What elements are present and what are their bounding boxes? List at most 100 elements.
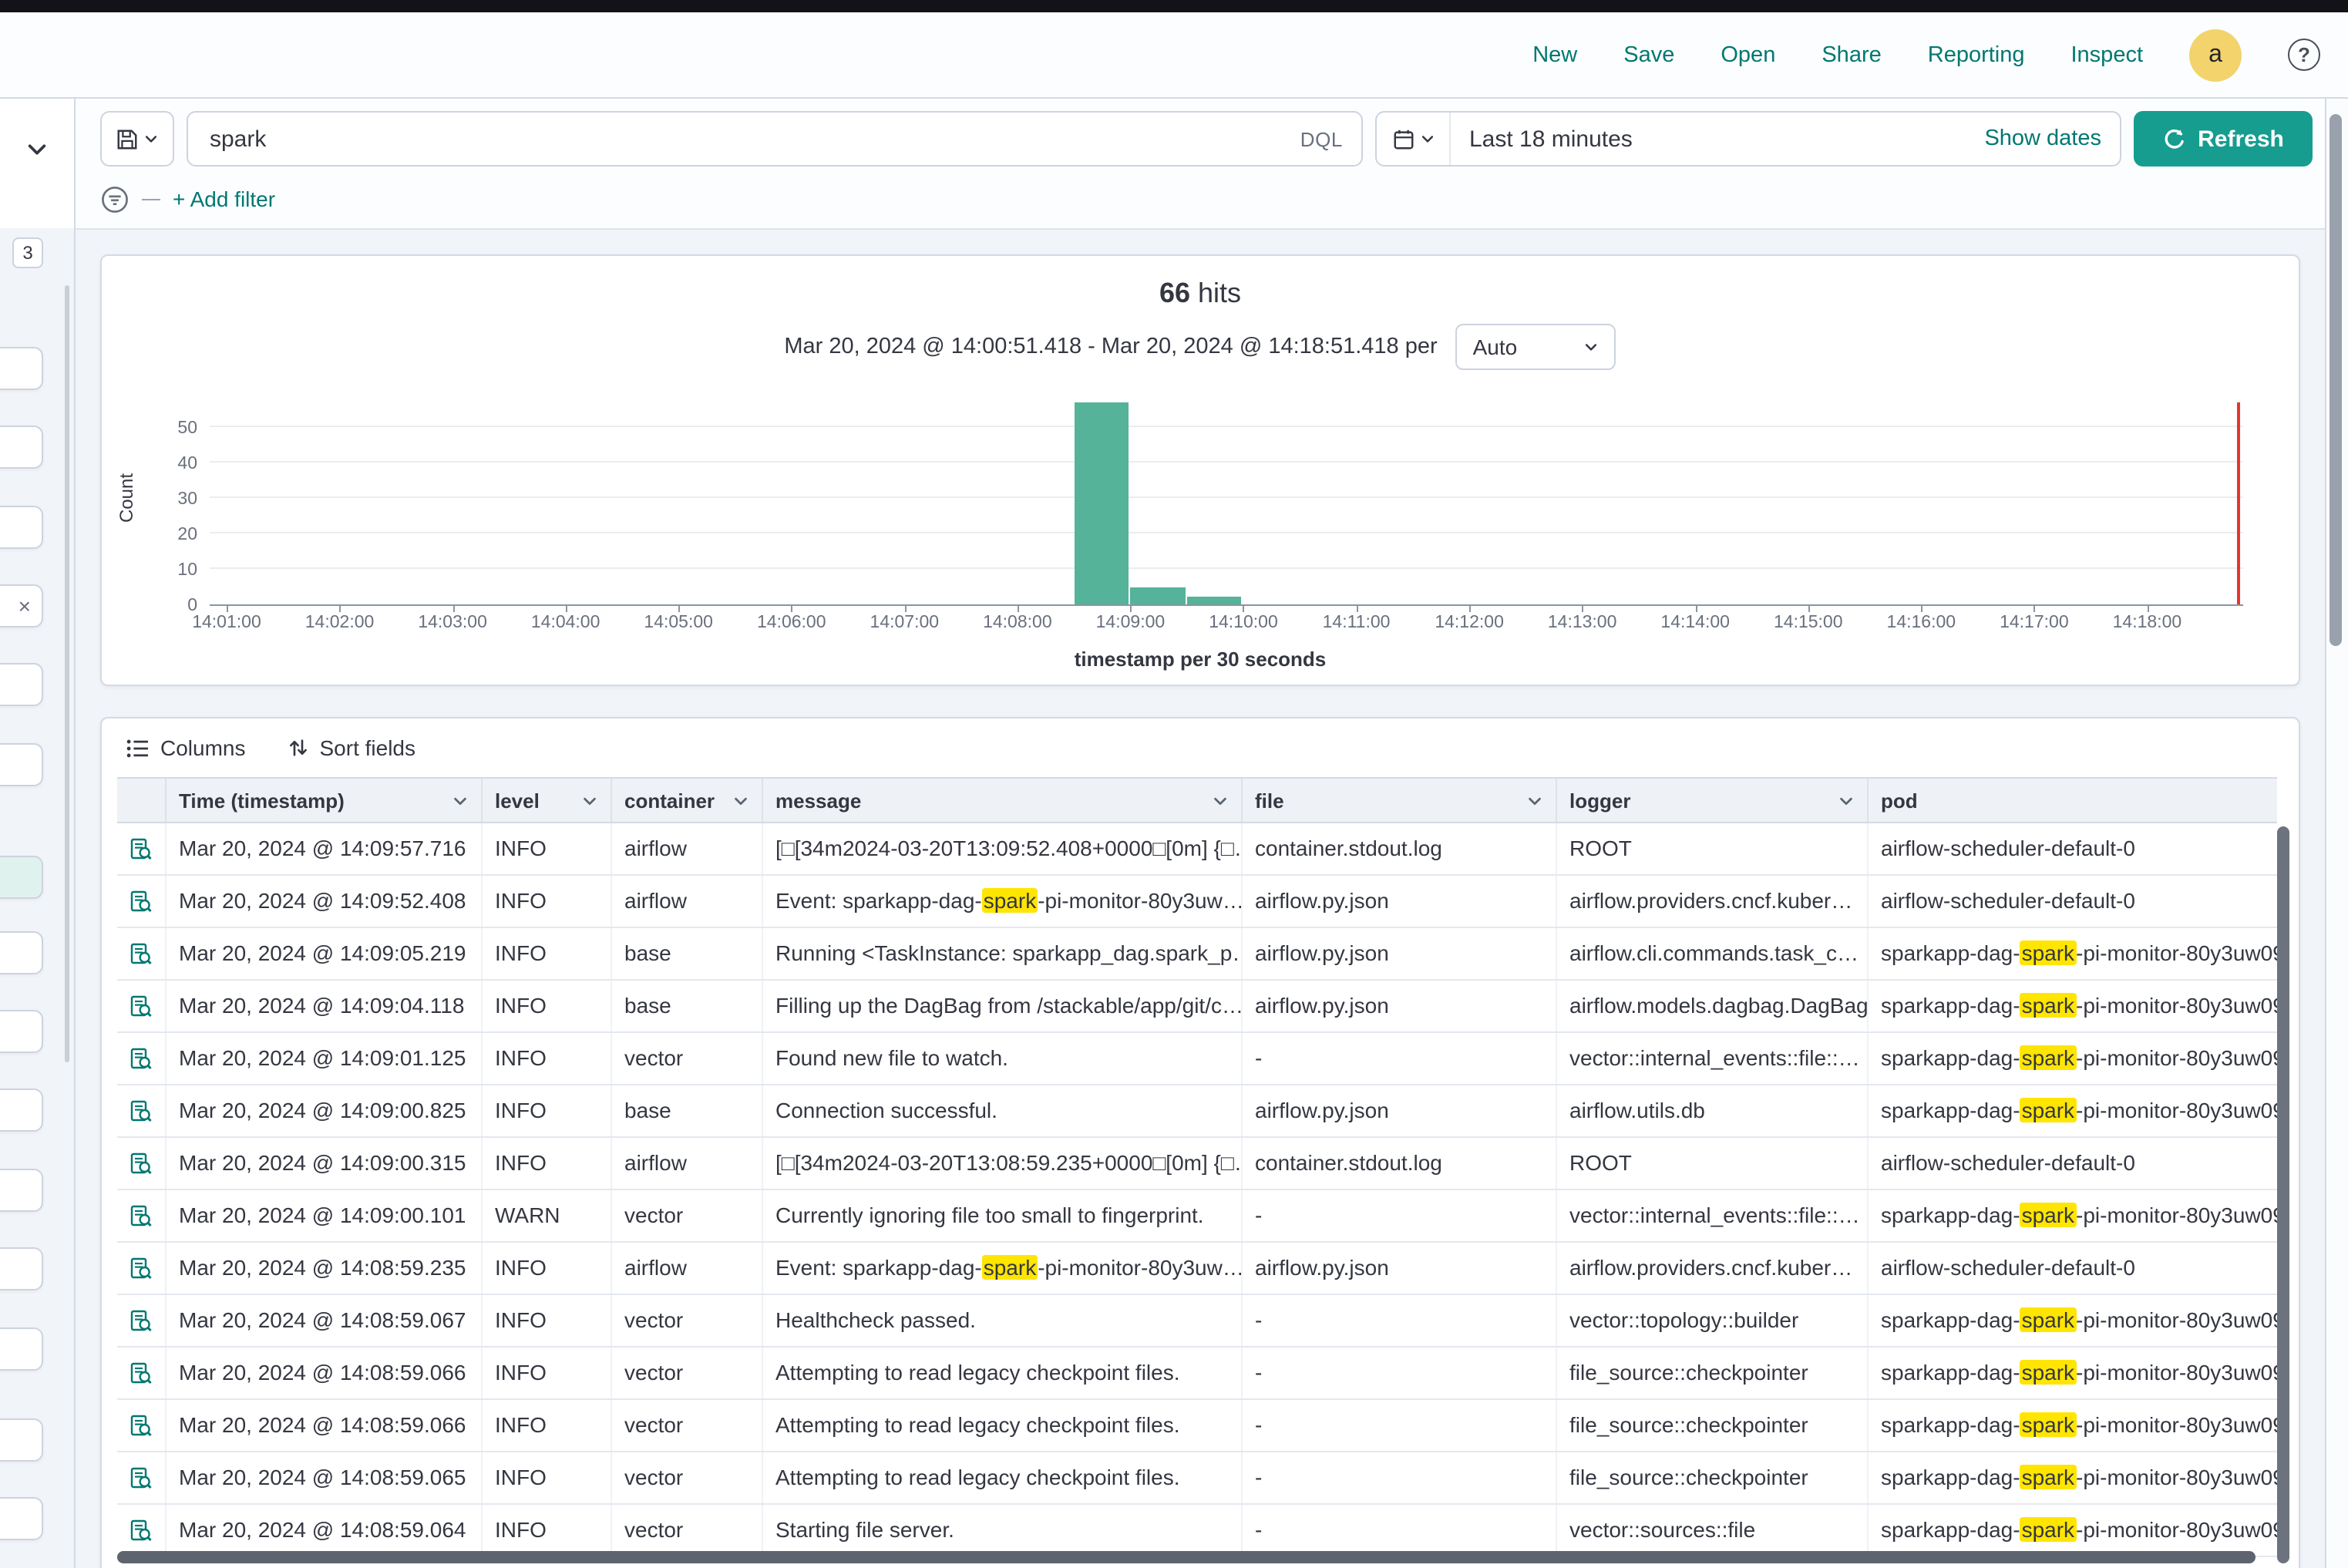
- expand-document-button[interactable]: [117, 1505, 167, 1556]
- cell-time: Mar 20, 2024 @ 14:08:59.065: [167, 1452, 483, 1503]
- expand-document-button[interactable]: [117, 1295, 167, 1346]
- avatar[interactable]: a: [2189, 29, 2242, 81]
- cell-message: Running <TaskInstance: sparkapp_dag.spar…: [763, 928, 1243, 979]
- x-tick-label: 14:07:00: [870, 614, 940, 632]
- nav-open[interactable]: Open: [1721, 42, 1775, 67]
- document-magnifier-icon: [130, 1413, 153, 1438]
- field-pill[interactable]: [0, 506, 43, 549]
- field-pill[interactable]: [0, 663, 43, 706]
- expand-document-button[interactable]: [117, 1085, 167, 1136]
- cell-level: INFO: [483, 823, 612, 874]
- sidebar-collapse-button[interactable]: [14, 126, 60, 173]
- cell-pod: sparkapp-dag-spark-pi-monitor-80y3uw09: [1869, 1033, 2277, 1084]
- field-pill[interactable]: [0, 1010, 43, 1053]
- field-pill[interactable]: [0, 1497, 43, 1540]
- header-container[interactable]: container: [612, 779, 763, 822]
- cell-container: airflow: [612, 1243, 763, 1294]
- cell-container: vector: [612, 1452, 763, 1503]
- cell-message: Currently ignoring file too small to fin…: [763, 1190, 1243, 1241]
- field-pill[interactable]: [0, 931, 43, 974]
- main-row: 3 × DQL: [0, 99, 2348, 1568]
- header-logger[interactable]: logger: [1557, 779, 1869, 822]
- header-time[interactable]: Time (timestamp): [167, 779, 483, 822]
- table-header-row: Time (timestamp) level container me: [117, 777, 2277, 823]
- nav-inspect[interactable]: Inspect: [2071, 42, 2144, 67]
- field-pill[interactable]: ×: [0, 584, 43, 628]
- expand-document-button[interactable]: [117, 1400, 167, 1451]
- sidebar-scrollbar[interactable]: [65, 285, 69, 1062]
- table-horizontal-scrollbar[interactable]: [117, 1551, 2255, 1563]
- field-pill[interactable]: [0, 1418, 43, 1462]
- nav-new[interactable]: New: [1532, 42, 1577, 67]
- help-icon[interactable]: ?: [2288, 39, 2320, 71]
- x-tick-mark: [340, 604, 341, 612]
- expand-document-button[interactable]: [117, 1243, 167, 1294]
- sort-fields-button[interactable]: Sort fields: [289, 735, 416, 760]
- histogram-bar[interactable]: [1130, 587, 1185, 604]
- cell-logger: vector::internal_events::file::…: [1557, 1033, 1869, 1084]
- time-range-label[interactable]: Last 18 minutes: [1451, 126, 1984, 152]
- nav-share[interactable]: Share: [1822, 42, 1881, 67]
- x-tick-mark: [1583, 604, 1584, 612]
- document-magnifier-icon: [130, 1361, 153, 1385]
- cell-pod: airflow-scheduler-default-0: [1869, 1243, 2277, 1294]
- header-message[interactable]: message: [763, 779, 1243, 822]
- field-pill[interactable]: [0, 856, 43, 899]
- collapsed-fields-sidebar: 3 ×: [0, 99, 76, 1568]
- page-scrollbar-thumb[interactable]: [2329, 114, 2342, 646]
- date-picker-button[interactable]: [1377, 113, 1451, 165]
- header-pod[interactable]: pod: [1869, 779, 2277, 822]
- histogram-bar[interactable]: [1187, 597, 1242, 604]
- expand-document-button[interactable]: [117, 928, 167, 979]
- expand-document-button[interactable]: [117, 1190, 167, 1241]
- cell-file: -: [1243, 1505, 1557, 1556]
- field-pill[interactable]: [0, 1169, 43, 1212]
- chevron-down-icon: [1526, 792, 1543, 809]
- field-pill[interactable]: [0, 1247, 43, 1290]
- cell-time: Mar 20, 2024 @ 14:08:59.067: [167, 1295, 483, 1346]
- add-filter-link[interactable]: + Add filter: [173, 187, 275, 211]
- nav-save[interactable]: Save: [1623, 42, 1674, 67]
- search-box[interactable]: DQL: [187, 111, 1363, 167]
- columns-button[interactable]: Columns: [126, 735, 246, 760]
- header-level[interactable]: level: [483, 779, 612, 822]
- cell-logger: airflow.providers.cncf.kuber…: [1557, 876, 1869, 927]
- cell-file: airflow.py.json: [1243, 1243, 1557, 1294]
- expand-document-button[interactable]: [117, 876, 167, 927]
- cell-pod: sparkapp-dag-spark-pi-monitor-80y3uw09: [1869, 1505, 2277, 1556]
- interval-select[interactable]: Auto: [1456, 324, 1616, 370]
- expand-document-button[interactable]: [117, 1138, 167, 1189]
- cell-container: airflow: [612, 823, 763, 874]
- nav-reporting[interactable]: Reporting: [1928, 42, 2025, 67]
- table-body: Mar 20, 2024 @ 14:09:57.716INFOairflow[□…: [117, 823, 2277, 1557]
- table-row: Mar 20, 2024 @ 14:09:00.101WARNvectorCur…: [117, 1190, 2277, 1243]
- page-scrollbar[interactable]: [2325, 99, 2348, 1568]
- calendar-icon: [1391, 127, 1415, 150]
- saved-query-button[interactable]: [100, 111, 174, 167]
- header-file[interactable]: file: [1243, 779, 1557, 822]
- cell-container: airflow: [612, 1138, 763, 1189]
- field-pill[interactable]: [0, 743, 43, 786]
- search-input[interactable]: [207, 124, 1288, 153]
- table-toolbar: Columns Sort fields: [102, 718, 2299, 777]
- expand-document-button[interactable]: [117, 981, 167, 1031]
- field-pill[interactable]: [0, 1327, 43, 1371]
- histogram-bar[interactable]: [1074, 402, 1129, 604]
- refresh-button[interactable]: Refresh: [2134, 111, 2313, 167]
- field-pill[interactable]: [0, 347, 43, 390]
- table-vertical-scrollbar[interactable]: [2277, 826, 2289, 1563]
- cell-message: Attempting to read legacy checkpoint fil…: [763, 1348, 1243, 1398]
- expand-document-button[interactable]: [117, 823, 167, 874]
- query-language-button[interactable]: DQL: [1300, 127, 1343, 150]
- expand-document-button[interactable]: [117, 1348, 167, 1398]
- hits-title: 66 hits: [102, 278, 2299, 315]
- field-pill[interactable]: [0, 1089, 43, 1132]
- cell-pod: sparkapp-dag-spark-pi-monitor-80y3uw09: [1869, 1085, 2277, 1136]
- x-tick-mark: [2147, 604, 2148, 612]
- expand-document-button[interactable]: [117, 1452, 167, 1503]
- cell-message: [□[34m2024-03-20T13:08:59.235+0000□[0m] …: [763, 1138, 1243, 1189]
- remove-field-icon[interactable]: ×: [19, 595, 31, 617]
- expand-document-button[interactable]: [117, 1033, 167, 1084]
- show-dates-link[interactable]: Show dates: [1984, 126, 2120, 151]
- field-pill[interactable]: [0, 426, 43, 469]
